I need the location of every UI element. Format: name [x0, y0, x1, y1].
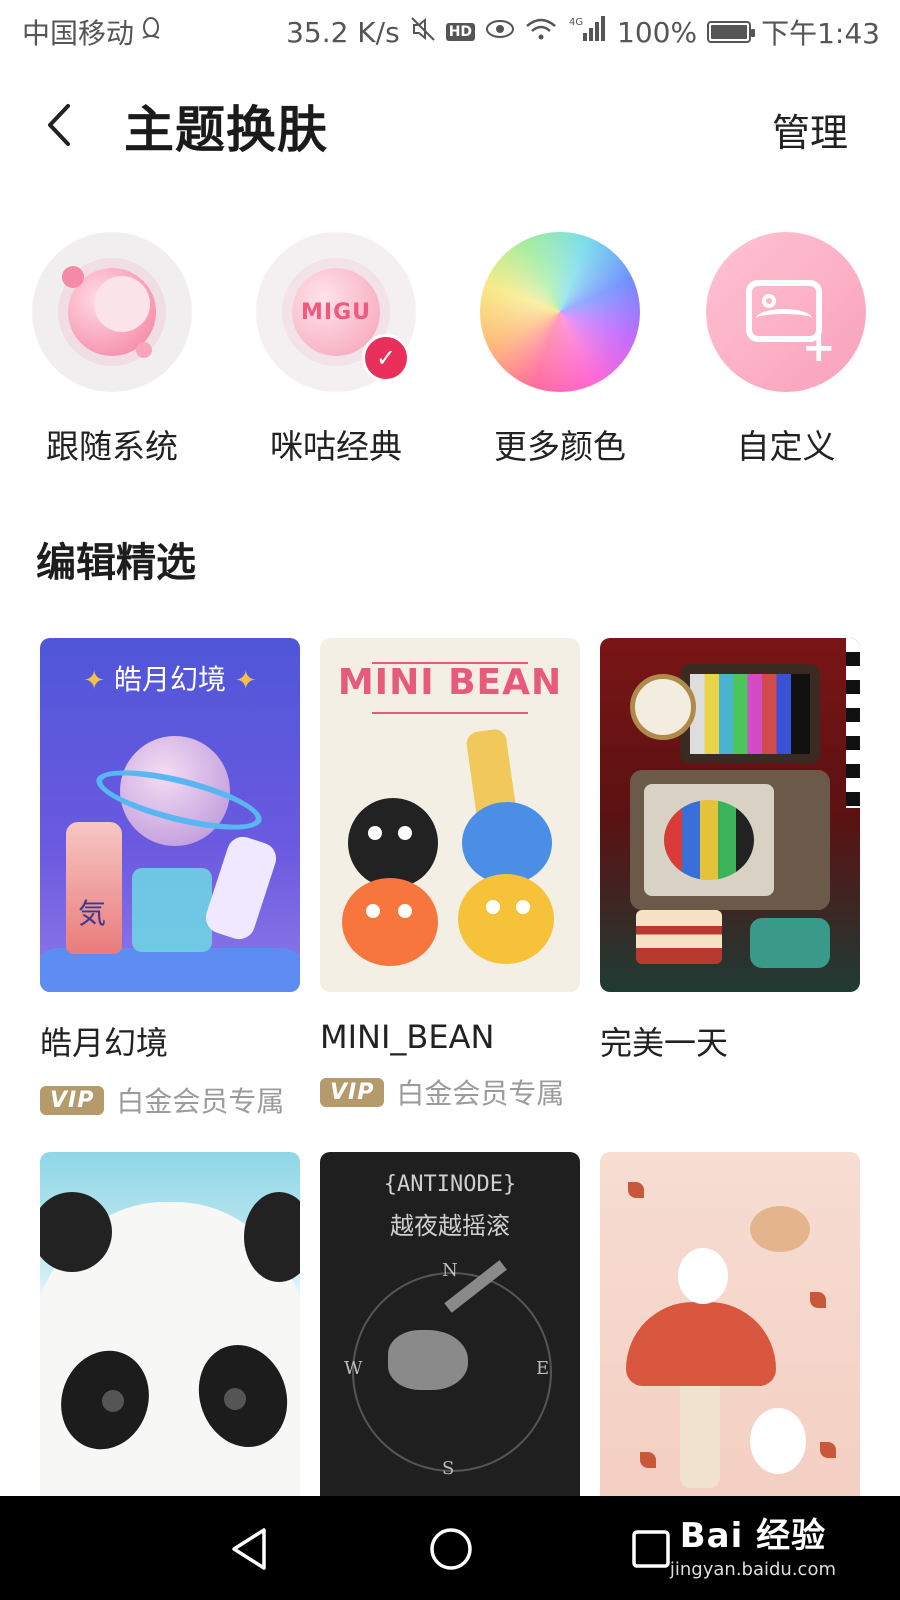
nav-back-button[interactable]: [224, 1522, 278, 1576]
theme-thumbnail: [600, 1152, 860, 1506]
thumbnail-title: {ANTINODE}: [383, 1172, 517, 1197]
vip-badge: VIP: [320, 1077, 385, 1107]
wifi-icon: [525, 17, 557, 48]
clock: 下午1:43: [761, 17, 880, 50]
preset-label: 自定义: [736, 427, 836, 466]
vip-text: 白金会员专属: [396, 1077, 565, 1110]
star-icon: ✦: [234, 666, 257, 696]
page-title: 主题换肤: [124, 101, 328, 159]
preset-follow-system[interactable]: 跟随系统: [22, 232, 202, 468]
section-title: 编辑精选: [36, 540, 196, 586]
theme-card-mushroom[interactable]: [600, 1152, 860, 1506]
theme-card-perfect-day[interactable]: 完美一天: [600, 638, 860, 1064]
eye-comfort-icon: [485, 17, 515, 47]
vip-row: VIP 白金会员专属: [40, 1080, 300, 1120]
theme-name: 皓月幻境: [40, 1024, 169, 1062]
theme-card-antinode[interactable]: {ANTINODE} 越夜越摇滚 N E S W: [320, 1152, 580, 1506]
preset-label: 咪咕经典: [270, 427, 402, 466]
battery-icon: [707, 21, 756, 43]
network-speed: 35.2 K/s: [286, 15, 400, 49]
preset-more-colors[interactable]: 更多颜色: [470, 232, 650, 468]
status-bar: 中国移动 35.2 K/s HD 4G 100% 下午1:43: [0, 0, 900, 62]
watermark-url: jingyan.baidu.com: [669, 1559, 836, 1580]
status-right: 35.2 K/s HD 4G 100% 下午1:43: [286, 12, 880, 52]
battery-percent: 100%: [617, 15, 698, 49]
thumbnail-title: 皓月幻境: [113, 663, 226, 696]
theme-thumbnail: MINI BEAN: [320, 638, 580, 992]
compass-east: E: [536, 1358, 550, 1379]
guitar-icon: [388, 1330, 468, 1390]
theme-thumbnail: {ANTINODE} 越夜越摇滚 N E S W: [320, 1152, 580, 1506]
preset-custom[interactable]: + 自定义: [696, 232, 876, 468]
preset-label: 更多颜色: [494, 427, 626, 466]
theme-presets: 跟随系统 MIGU ✓ 咪咕经典 更多颜色 + 自定义: [0, 232, 900, 472]
qq-icon: [140, 16, 162, 49]
manage-button[interactable]: 管理: [772, 102, 848, 157]
preset-label: 跟随系统: [46, 427, 178, 466]
theme-card-haoyue[interactable]: ✦ 皓月幻境 ✦ 皓月幻境 VIP 白金会员专属: [40, 638, 300, 1120]
nav-home-button[interactable]: [424, 1522, 478, 1576]
theme-card-mini-bean[interactable]: MINI BEAN MINI_BEAN VIP 白金会员专属: [320, 638, 580, 1112]
circle-home-icon: [430, 1528, 472, 1570]
migu-logo-icon: MIGU ✓: [256, 232, 416, 392]
network-type: 4G: [569, 17, 583, 28]
compass-north: N: [442, 1260, 458, 1281]
compass-west: W: [344, 1358, 363, 1379]
vip-text: 白金会员专属: [116, 1085, 285, 1118]
hd-icon: HD: [445, 23, 476, 41]
color-wheel-icon: [480, 232, 640, 392]
back-button[interactable]: [40, 100, 80, 150]
theme-thumbnail: [600, 638, 860, 992]
baidu-watermark: Bai 经验 jingyan.baidu.com: [670, 1508, 836, 1580]
theme-name: 完美一天: [600, 1024, 729, 1062]
status-left: 中国移动: [22, 12, 162, 52]
theme-thumbnail: ✦ 皓月幻境 ✦: [40, 638, 300, 992]
app-header: 主题换肤 管理: [0, 62, 900, 192]
thumbnail-subtitle: 越夜越摇滚: [390, 1212, 510, 1240]
moon-icon: [32, 232, 192, 392]
system-nav-bar: Bai 经验 jingyan.baidu.com: [0, 1496, 900, 1600]
watermark-title: Bai 经验: [679, 1516, 827, 1556]
preset-migu-classic[interactable]: MIGU ✓ 咪咕经典: [246, 232, 426, 468]
thumbnail-title: MINI BEAN: [337, 662, 563, 703]
carrier-label: 中国移动: [22, 17, 135, 50]
vip-row: VIP 白金会员专属: [320, 1072, 580, 1112]
compass-south: S: [442, 1458, 455, 1479]
theme-name: MINI_BEAN: [320, 1018, 495, 1056]
vip-badge: VIP: [40, 1085, 105, 1115]
mute-icon: [410, 16, 436, 49]
theme-card-panda[interactable]: [40, 1152, 300, 1506]
star-icon: ✦: [83, 666, 106, 696]
triangle-back-icon: [232, 1528, 266, 1570]
chevron-left-icon: [48, 104, 70, 146]
selected-check-icon: ✓: [362, 334, 410, 382]
theme-thumbnail: [40, 1152, 300, 1506]
signal-icon: 4G: [567, 15, 607, 50]
image-add-icon: +: [706, 232, 866, 392]
